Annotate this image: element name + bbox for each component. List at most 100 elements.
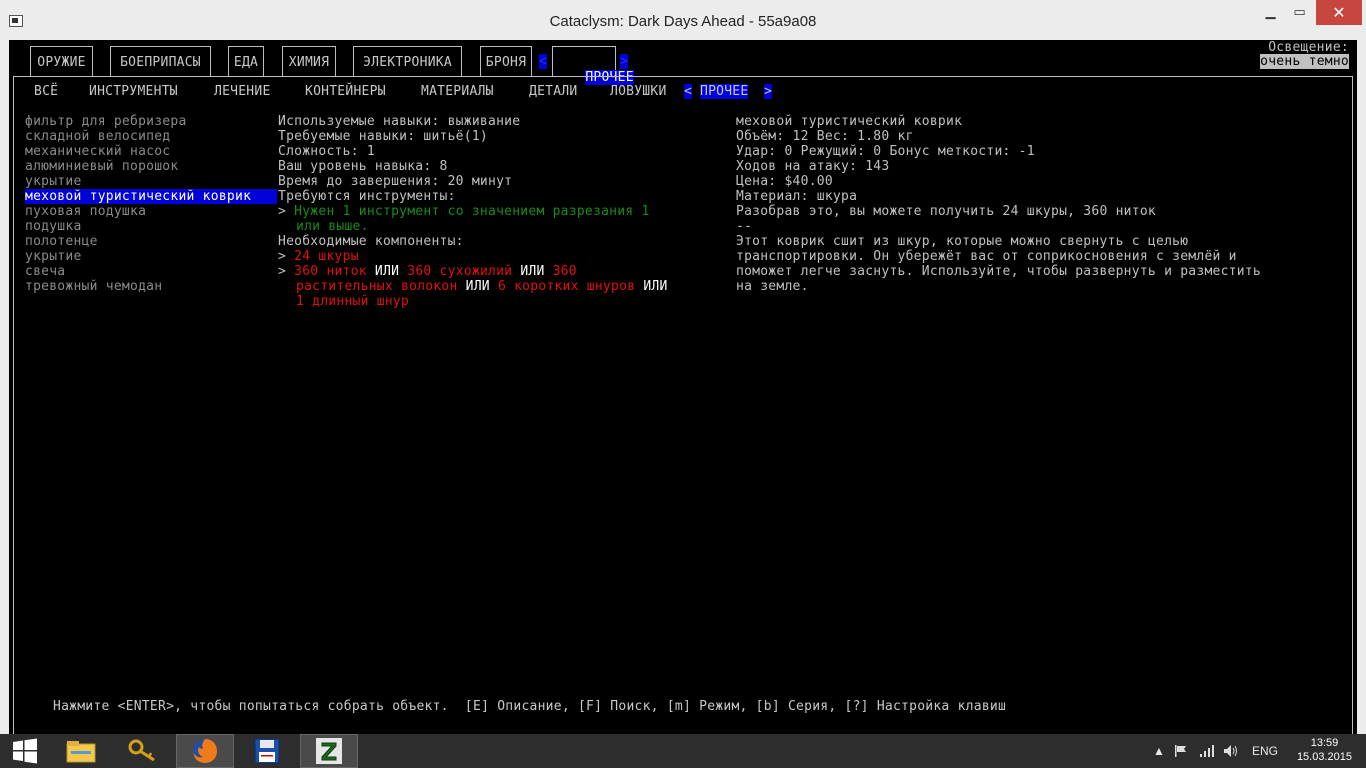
list-item[interactable]: механический насос	[25, 144, 170, 159]
item-description: транспортировки. Он убережёт вас от сопр…	[736, 249, 1237, 264]
window-frame-right	[1357, 40, 1366, 734]
component-row-cont: растительных волокон ИЛИ 6 коротких шнур…	[296, 279, 668, 294]
file-explorer-button[interactable]	[52, 734, 110, 768]
windows-start-icon	[13, 738, 37, 764]
tool-requirement: > Нужен 1 инструмент со значением разрез…	[278, 204, 650, 219]
subtab-traps[interactable]: ЛОВУШКИ	[610, 84, 667, 99]
subtab-other[interactable]: ПРОЧЕЕ	[700, 84, 749, 99]
tab-electronics[interactable]: ЭЛЕКТРОНИКА	[353, 46, 462, 77]
list-item[interactable]: подушка	[25, 219, 82, 234]
speaker-icon	[1224, 745, 1237, 757]
clock-date: 15.03.2015	[1296, 751, 1352, 763]
language-indicator[interactable]: ENG	[1252, 734, 1278, 768]
tool-text: Нужен 1 инструмент со значением разрезан…	[294, 204, 650, 219]
subtab-all[interactable]: ВСЁ	[34, 84, 58, 99]
action-center-flag[interactable]	[1174, 734, 1188, 768]
component-fibers-qty: 360	[552, 264, 577, 279]
subtab-materials[interactable]: МАТЕРИАЛЫ	[421, 84, 494, 99]
list-item[interactable]: фильтр для ребризера	[25, 114, 187, 129]
subtab-healing[interactable]: ЛЕЧЕНИЕ	[214, 84, 271, 99]
item-separator: --	[736, 219, 753, 234]
list-item[interactable]: складной велосипед	[25, 129, 170, 144]
component-thread: 360 ниток	[294, 264, 367, 279]
skills-used: Используемые навыки: выживание	[278, 114, 521, 129]
skill-level: Ваш уровень навыка: 8	[278, 159, 448, 174]
or-text: ИЛИ	[366, 264, 408, 279]
difficulty: Сложность: 1	[278, 144, 375, 159]
cataclysm-button[interactable]	[300, 734, 358, 768]
lighting-label: Освещение:	[1268, 40, 1349, 55]
component-pelts: 24 шкуры	[294, 249, 359, 264]
craft-time: Время до завершения: 20 минут	[278, 174, 513, 189]
list-item-selected[interactable]: меховой туристический коврик	[25, 189, 277, 204]
maximize-button[interactable]: ▭	[1286, 0, 1313, 25]
minimize-icon: ▁	[1265, 5, 1276, 20]
skills-required: Требуемые навыки: шитьё(1)	[278, 129, 488, 144]
subtab-parts[interactable]: ДЕТАЛИ	[529, 84, 577, 99]
floppy-button[interactable]	[238, 734, 296, 768]
bullet: >	[278, 249, 295, 264]
tab-chemistry[interactable]: ХИМИЯ	[282, 46, 336, 77]
list-item[interactable]: пуховая подушка	[25, 204, 146, 219]
tab-left-arrow[interactable]: <	[539, 54, 548, 69]
volume-control[interactable]	[1223, 734, 1239, 768]
component-sinew: 360 сухожилий	[407, 264, 513, 279]
tab-other-label: ПРОЧЕЕ	[585, 70, 634, 85]
subtab-tools[interactable]: ИНСТРУМЕНТЫ	[89, 84, 178, 99]
list-item[interactable]: свеча	[25, 264, 65, 279]
or-text: ИЛИ	[635, 279, 668, 294]
signal-icon	[1200, 745, 1214, 757]
tab-other[interactable]: ПРОЧЕЕ	[552, 46, 634, 85]
component-short-cord: 6 коротких шнуров	[497, 279, 636, 294]
border-left	[13, 76, 14, 734]
taskbar-clock[interactable]: 13:59 15.03.2015	[1297, 736, 1352, 764]
item-material: Материал: шкура	[736, 189, 858, 204]
close-icon: ✕	[1332, 3, 1346, 22]
title-bar: Cataclysm: Dark Days Ahead - 55a9a08 ▁ ▭…	[0, 0, 1366, 40]
game-terminal: ОРУЖИЕ БОЕПРИПАСЫ ЕДА ХИМИЯ ЭЛЕКТРОНИКА …	[9, 40, 1357, 734]
floppy-disk-icon	[254, 738, 280, 764]
close-button[interactable]: ✕	[1316, 0, 1362, 25]
start-button[interactable]	[0, 734, 50, 768]
tools-header: Требуются инструменты:	[278, 189, 456, 204]
item-damage: Удар: 0 Режущий: 0 Бонус меткости: -1	[736, 144, 1035, 159]
list-item[interactable]: алюминиевый порошок	[25, 159, 178, 174]
key-hints: Нажмите <ENTER>, чтобы попытаться собрат…	[53, 699, 1007, 714]
tab-ammo[interactable]: БОЕПРИПАСЫ	[110, 46, 211, 77]
network-status[interactable]	[1199, 734, 1215, 768]
tab-armor[interactable]: БРОНЯ	[480, 46, 532, 77]
subtab-containers[interactable]: КОНТЕЙНЕРЫ	[305, 84, 386, 99]
firefox-button[interactable]	[176, 734, 234, 768]
file-explorer-icon	[66, 741, 96, 763]
list-item[interactable]: полотенце	[25, 234, 98, 249]
bullet: >	[278, 264, 295, 279]
list-item[interactable]: тревожный чемодан	[25, 279, 162, 294]
item-moves: Ходов на атаку: 143	[736, 159, 890, 174]
bullet: >	[278, 204, 295, 219]
taskbar: ▲ ENG 13:59 15.03.2015	[0, 734, 1366, 768]
item-description: Этот коврик сшит из шкур, которые можно …	[736, 234, 1189, 249]
show-hidden-icons[interactable]: ▲	[1153, 734, 1165, 768]
list-item[interactable]: укрытие	[25, 249, 82, 264]
keys-button[interactable]	[114, 734, 172, 768]
component-fibers: растительных волокон	[296, 279, 458, 294]
tab-right-arrow[interactable]: >	[620, 54, 629, 69]
item-description: на земле.	[736, 279, 809, 294]
cataclysm-z-icon	[316, 738, 342, 764]
tab-food[interactable]: ЕДА	[228, 46, 264, 77]
minimize-button[interactable]: ▁	[1257, 0, 1284, 25]
component-long-cord: 1 длинный шнур	[296, 294, 410, 309]
subtab-left-arrow[interactable]: <	[684, 84, 693, 99]
component-row: > 24 шкуры	[278, 249, 359, 264]
subtab-right-arrow[interactable]: >	[764, 84, 773, 99]
or-text: ИЛИ	[457, 279, 498, 294]
tool-text-cont: или выше.	[296, 219, 369, 234]
flag-icon	[1175, 745, 1186, 757]
item-volume: Объём: 12 Вес: 1.80 кг	[736, 129, 914, 144]
list-item[interactable]: укрытие	[25, 174, 82, 189]
tab-weapons[interactable]: ОРУЖИЕ	[30, 46, 93, 77]
component-row: > 360 ниток ИЛИ 360 сухожилий ИЛИ 360	[278, 264, 577, 279]
maximize-icon: ▭	[1293, 5, 1306, 20]
item-disassemble: Разобрав это, вы можете получить 24 шкур…	[736, 204, 1156, 219]
clock-time: 13:59	[1310, 737, 1339, 749]
